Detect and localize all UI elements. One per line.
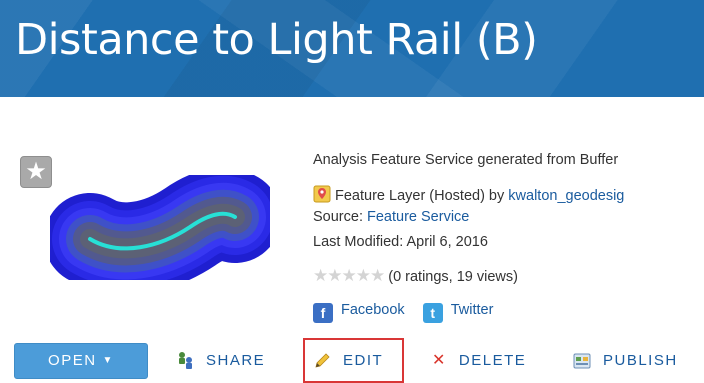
edit-label: EDIT — [343, 352, 384, 369]
source-link[interactable]: Feature Service — [367, 209, 469, 225]
item-banner: Distance to Light Rail (B) — [0, 0, 704, 97]
edit-button[interactable]: EDIT — [313, 349, 383, 373]
item-description: Analysis Feature Service generated from … — [313, 152, 619, 168]
pencil-icon — [315, 353, 330, 368]
share-icon — [179, 352, 192, 370]
share-button[interactable]: SHARE — [176, 349, 265, 373]
twitter-label: Twitter — [450, 302, 494, 318]
source-label: Source: — [313, 209, 363, 225]
share-label: SHARE — [206, 352, 266, 369]
close-icon: ✕ — [432, 352, 447, 370]
modified-value: April 6, 2016 — [406, 234, 488, 250]
item-type-label: Feature Layer (Hosted) by — [335, 188, 505, 204]
ratings-row: ★★★★★ (0 ratings, 19 views) — [313, 266, 518, 286]
page-title: Distance to Light Rail (B) — [15, 15, 538, 65]
twitter-icon: t — [422, 303, 443, 323]
modified-row: Last Modified: April 6, 2016 — [313, 234, 488, 250]
feature-layer-icon — [313, 185, 331, 203]
open-button[interactable]: OPEN ▼ — [14, 343, 148, 379]
owner-link[interactable]: kwalton_geodesig — [508, 188, 624, 204]
publish-button[interactable]: PUBLISH — [573, 349, 678, 373]
publish-icon — [573, 353, 591, 369]
delete-button[interactable]: ✕ DELETE — [432, 349, 526, 373]
twitter-link[interactable]: t Twitter — [422, 302, 494, 323]
modified-label: Last Modified: — [313, 234, 404, 250]
chevron-down-icon: ▼ — [102, 355, 114, 366]
publish-label: PUBLISH — [603, 352, 678, 369]
rating-stars[interactable]: ★★★★★ — [313, 266, 385, 285]
open-label: OPEN — [48, 352, 97, 369]
facebook-icon: f — [313, 303, 333, 323]
facebook-link[interactable]: f Facebook — [313, 302, 409, 323]
social-row: f Facebook t Twitter — [313, 302, 493, 323]
delete-label: DELETE — [458, 352, 527, 369]
item-type-row: Feature Layer (Hosted) by kwalton_geodes… — [313, 184, 624, 204]
ratings-text: (0 ratings, 19 views) — [388, 269, 518, 285]
item-thumbnail — [50, 175, 270, 280]
favorite-star-icon[interactable]: ★ — [20, 156, 52, 188]
source-row: Source: Feature Service — [313, 209, 469, 225]
facebook-label: Facebook — [341, 302, 405, 318]
